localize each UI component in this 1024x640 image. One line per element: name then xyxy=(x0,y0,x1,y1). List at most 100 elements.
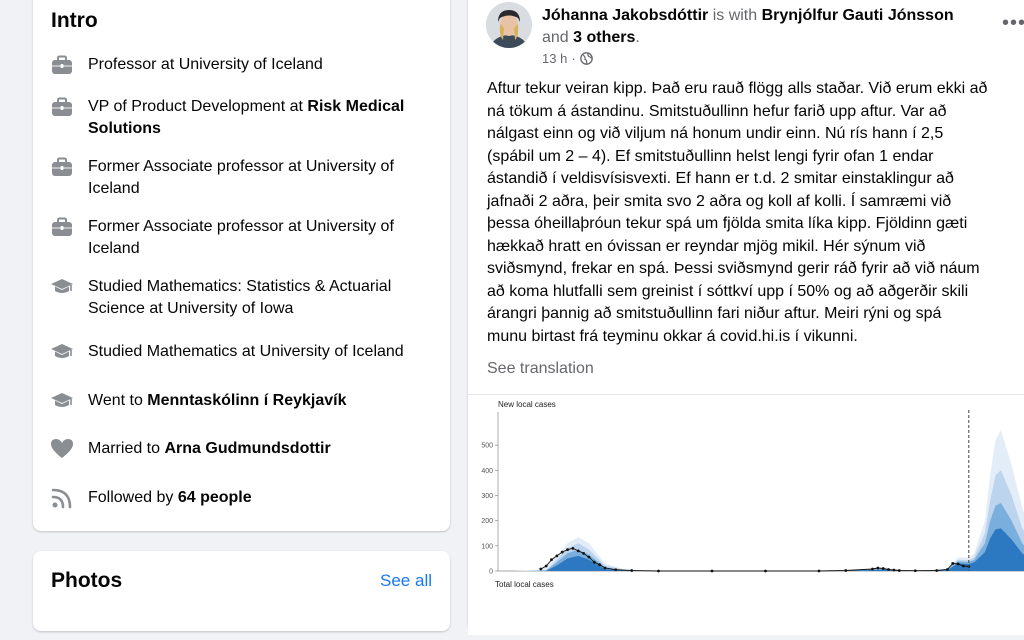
post-body-line: ástandið í veldisvísisvexti. Ef hann er … xyxy=(487,170,954,187)
intro-item: Followed by 64 people xyxy=(49,487,439,511)
post-body-line: hækkað hratt en óvissan er reyndar mjög … xyxy=(487,237,926,255)
see-translation-link[interactable]: See translation xyxy=(487,360,594,378)
intro-item: Former Associate professor at University… xyxy=(49,216,439,260)
intro-item-label: Married to xyxy=(88,440,165,457)
intro-item-link[interactable]: Menntaskólinn í Reykjavík xyxy=(147,392,346,409)
intro-item: Studied Mathematics at University of Ice… xyxy=(49,341,439,365)
post-body-line: að koma hlutfalli sem greinist í sóttkví… xyxy=(487,282,969,300)
intro-item: Married to Arna Gudmundsdottir xyxy=(49,438,439,462)
heart-icon xyxy=(49,436,75,462)
intro-item: Professor at University of Iceland xyxy=(49,54,439,78)
forecast-band xyxy=(514,430,1024,571)
observed-point xyxy=(657,569,660,573)
post-meta: 13 h · xyxy=(542,51,593,66)
intro-item-text: Went to Menntaskólinn í Reykjavík xyxy=(88,390,346,412)
period-text: . xyxy=(635,29,640,46)
intro-item-link[interactable]: Arna Gudmundsdottir xyxy=(164,440,330,457)
observed-point xyxy=(946,568,949,571)
intro-item-text: Married to Arna Gudmundsdottir xyxy=(88,438,331,460)
others-link[interactable]: 3 others xyxy=(573,29,635,46)
observed-point xyxy=(592,560,596,564)
observed-point xyxy=(598,563,602,567)
intro-item-link[interactable]: 64 people xyxy=(178,489,252,506)
intro-item-label: Followed by xyxy=(88,489,178,506)
post-body-line: sviðsmynd, frekar en spá. Þessi sviðsmyn… xyxy=(487,260,980,277)
intro-item-text: Followed by 64 people xyxy=(88,487,252,509)
post-body-line: árangri þannig að smitstuðullinn fari ni… xyxy=(487,305,942,322)
y-tick-label: 400 xyxy=(481,468,493,475)
observed-point xyxy=(576,549,580,553)
intro-item-label: Studied Mathematics at University of Ice… xyxy=(88,343,404,360)
observed-point xyxy=(603,566,607,570)
photos-card: Photos See all xyxy=(33,551,450,631)
rss-icon xyxy=(49,485,75,511)
author-name-link[interactable]: Jóhanna Jakobsdóttir xyxy=(542,7,708,24)
observed-point xyxy=(935,569,939,572)
observed-point xyxy=(951,562,955,565)
post-image-chart[interactable]: New local cases 0 100 200 300 400 500 Total loc… xyxy=(468,394,1024,635)
intro-item-label: Former Associate professor at University… xyxy=(88,158,394,197)
observed-point xyxy=(582,551,585,555)
post-body: Aftur tekur veiran kipp. Það eru rauð fl… xyxy=(487,78,1024,348)
observed-point xyxy=(887,568,890,571)
intro-title: Intro xyxy=(51,9,98,32)
cases-chart: New local cases 0 100 200 300 400 500 Total loc… xyxy=(481,400,1024,589)
observed-point xyxy=(897,569,901,572)
intro-item: Went to Menntaskólinn í Reykjavík xyxy=(49,390,439,414)
intro-item: Studied Mathematics: Statistics & Actuar… xyxy=(49,276,439,320)
graduation-cap-icon xyxy=(49,388,75,414)
intro-item-label: VP of Product Development at xyxy=(88,98,308,115)
post-card: Jóhanna Jakobsdóttir is with Brynjólfur … xyxy=(468,0,1024,635)
post-body-line: ná tökum á ástandinu. Smitstuðullinn hef… xyxy=(487,102,947,120)
observed-point xyxy=(630,569,634,572)
post-body-line: munu birtast frá teyminu okkar á covid.h… xyxy=(487,327,858,345)
intro-item-text: Studied Mathematics at University of Ice… xyxy=(88,341,404,363)
y-tick-label: 200 xyxy=(481,518,493,525)
globe-icon xyxy=(579,52,593,65)
briefcase-icon xyxy=(49,94,75,120)
observed-point xyxy=(539,567,543,571)
with-text: is with xyxy=(708,7,762,24)
observed-point xyxy=(550,558,553,562)
observed-point xyxy=(817,569,821,573)
observed-point xyxy=(962,564,965,568)
observed-point xyxy=(844,569,848,572)
chart-title: New local cases xyxy=(498,400,556,409)
observed-point xyxy=(571,546,575,550)
observed-point xyxy=(614,568,618,572)
briefcase-icon xyxy=(49,154,75,180)
observed-point xyxy=(555,554,559,558)
intro-item-text: Former Associate professor at University… xyxy=(88,216,439,260)
intro-item-text: Studied Mathematics: Statistics & Actuar… xyxy=(88,276,439,320)
photos-title: Photos xyxy=(51,569,123,592)
intro-item-label: Former Associate professor at University… xyxy=(88,218,394,257)
observed-point xyxy=(566,548,569,552)
observed-point xyxy=(764,569,767,573)
see-all-photos-link[interactable]: See all xyxy=(380,571,432,591)
intro-card: Intro Professor at University of Iceland… xyxy=(33,0,450,531)
observed-point xyxy=(871,567,874,571)
graduation-cap-icon xyxy=(49,339,75,365)
intro-item: VP of Product Development at Risk Medica… xyxy=(49,96,439,140)
post-body-line: Aftur tekur veiran kipp. Það eru rauð fl… xyxy=(487,80,988,97)
observed-point xyxy=(881,567,885,570)
post-timestamp[interactable]: 13 h xyxy=(542,51,567,66)
tagged-person-link[interactable]: Brynjólfur Gauti Jónsson xyxy=(762,7,954,24)
intro-item-label: Studied Mathematics: Statistics & Actuar… xyxy=(88,278,392,317)
forecast-band xyxy=(519,470,1024,571)
post-body-line: jafnaði 2 aðra, þeir smita svo 2 aðra og… xyxy=(487,192,952,210)
post-body-line: þessa óheillaþróun tekur spá um fjölda s… xyxy=(487,215,968,232)
briefcase-icon xyxy=(49,52,75,78)
chart-bottom-label: Total local cases xyxy=(495,580,554,589)
observed-point xyxy=(544,564,548,568)
briefcase-icon xyxy=(49,214,75,240)
y-tick-label: 300 xyxy=(481,493,493,500)
intro-item: Former Associate professor at University… xyxy=(49,156,439,200)
y-tick-label: 0 xyxy=(489,569,493,576)
post-more-options-button[interactable]: ••• xyxy=(1002,12,1024,35)
observed-point xyxy=(913,569,917,573)
author-avatar[interactable] xyxy=(486,2,532,48)
and-text: and xyxy=(542,29,574,46)
intro-item-text: Former Associate professor at University… xyxy=(88,156,439,200)
intro-item-text: VP of Product Development at Risk Medica… xyxy=(88,96,439,140)
